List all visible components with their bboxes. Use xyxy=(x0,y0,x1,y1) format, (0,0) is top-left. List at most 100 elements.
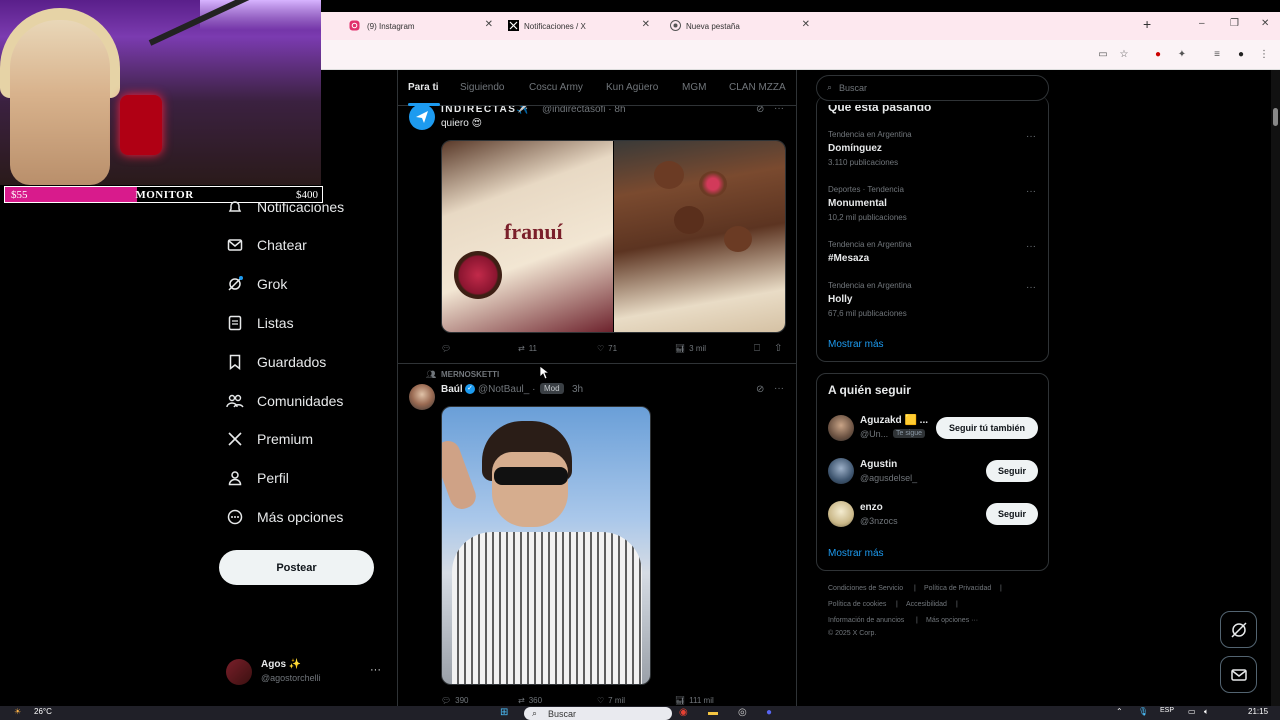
nav-notificaciones[interactable]: Notificaciones xyxy=(226,195,344,219)
tab-para-ti[interactable]: Para ti xyxy=(408,82,439,93)
views-button[interactable]: 📊︎ 3 mil xyxy=(675,344,706,353)
views-button[interactable]: 📊︎ 111 mil xyxy=(675,696,714,705)
footer-cookies-link[interactable]: Política de cookies xyxy=(828,601,886,608)
chrome-taskbar-icon[interactable]: ◉ xyxy=(679,707,688,718)
tab-kun-aguero[interactable]: Kun Agüero xyxy=(606,82,658,93)
tweet-time[interactable]: 3h xyxy=(572,384,583,395)
minimize-button[interactable]: – xyxy=(1199,18,1205,29)
bookmark-icon[interactable]: ⎕ xyxy=(754,343,760,354)
like-button[interactable]: ♡ 71 xyxy=(597,344,617,353)
star-icon[interactable]: ☆ xyxy=(1118,49,1130,61)
tweet-author-name[interactable]: Baúl xyxy=(441,384,463,395)
display-icon[interactable]: ▭ xyxy=(1188,707,1196,716)
reply-button[interactable]: 💬︎ xyxy=(441,344,455,353)
maximize-button[interactable]: ❐ xyxy=(1230,18,1239,29)
extension-red-icon[interactable]: ● xyxy=(1152,49,1164,61)
nav-guardados[interactable]: Guardados xyxy=(226,350,326,374)
follow-handle[interactable]: @Un... xyxy=(860,429,888,439)
grok-icon[interactable]: ⊘ xyxy=(756,384,764,395)
discord-icon[interactable]: ● xyxy=(766,707,772,718)
nav-listas[interactable]: Listas xyxy=(226,311,294,335)
more-icon[interactable]: ··· xyxy=(1026,282,1036,293)
follow-handle[interactable]: @agusdelsel_ xyxy=(860,473,917,483)
folder-icon[interactable]: ▬ xyxy=(708,707,718,718)
footer-ads-info-link[interactable]: Información de anuncios xyxy=(828,617,904,624)
tab-instagram[interactable]: (9) Instagram ✕ xyxy=(321,12,499,40)
mic-icon[interactable]: 🎙︎ xyxy=(1138,707,1148,716)
kebab-menu-icon[interactable]: ⋮ xyxy=(1258,49,1270,61)
more-icon[interactable]: ··· xyxy=(1026,241,1036,252)
nav-premium[interactable]: Premium xyxy=(226,427,313,451)
close-icon[interactable]: ✕ xyxy=(485,19,493,30)
follow-back-button[interactable]: Seguir tú también xyxy=(936,417,1038,439)
mod-badge: Mod xyxy=(540,383,564,394)
chevron-up-icon[interactable]: ⌃ xyxy=(1116,707,1123,716)
follow-handle[interactable]: @3nzocs xyxy=(860,516,898,526)
tab-clan-mzza[interactable]: CLAN MZZA xyxy=(729,82,786,93)
nav-comunidades[interactable]: Comunidades xyxy=(226,389,343,413)
avatar[interactable] xyxy=(828,501,854,527)
retweet-button[interactable]: ⇄ 360 xyxy=(518,696,542,705)
nav-chatear[interactable]: Chatear xyxy=(226,233,307,257)
volume-icon[interactable]: 🔈︎ xyxy=(1204,707,1209,717)
follow-button[interactable]: Seguir xyxy=(986,503,1038,525)
footer-more-link[interactable]: Más opciones ··· xyxy=(926,617,978,624)
nav-perfil[interactable]: Perfil xyxy=(226,466,289,490)
clock[interactable]: 21:15 xyxy=(1248,707,1268,716)
footer-privacy-link[interactable]: Política de Privacidad xyxy=(924,585,991,592)
tweet-handle[interactable]: @NotBaul_ · xyxy=(478,384,535,395)
close-window-button[interactable]: ✕ xyxy=(1261,18,1269,29)
account-switcher[interactable]: Agos ✨ @agostorchelli ··· xyxy=(226,656,386,688)
taskbar-search[interactable]: ⌕ Buscar xyxy=(524,707,672,720)
close-icon[interactable]: ✕ xyxy=(802,19,810,30)
tab-coscu-army[interactable]: Coscu Army xyxy=(529,82,583,93)
follow-name[interactable]: Agustin xyxy=(860,459,897,470)
person-icon xyxy=(226,469,244,487)
extensions-icon[interactable]: ✦ xyxy=(1176,49,1188,61)
avatar[interactable] xyxy=(409,104,435,130)
more-icon[interactable]: ··· xyxy=(1026,186,1036,197)
show-more-follow-link[interactable]: Mostrar más xyxy=(828,548,884,559)
post-button[interactable]: Postear xyxy=(219,550,374,585)
tab-siguiendo[interactable]: Siguiendo xyxy=(460,82,504,93)
tweet-media[interactable] xyxy=(441,406,651,685)
follow-name[interactable]: enzo xyxy=(860,502,883,513)
follow-name[interactable]: Aguzakd 🟨 ... xyxy=(860,415,928,426)
nav-grok[interactable]: Grok xyxy=(226,272,287,296)
tab-x-notifications[interactable]: Notificaciones / X ✕ xyxy=(501,12,656,40)
more-icon[interactable]: ··· xyxy=(774,383,784,394)
scrollbar-thumb[interactable] xyxy=(1273,108,1278,126)
avatar[interactable] xyxy=(828,458,854,484)
search-input[interactable]: ⌕ Buscar xyxy=(816,75,1049,101)
tweet-media[interactable]: franuí xyxy=(441,140,786,333)
language-indicator[interactable]: ESP xyxy=(1160,707,1174,714)
close-icon[interactable]: ✕ xyxy=(642,19,650,30)
install-icon[interactable]: ▭ xyxy=(1097,49,1109,61)
more-icon[interactable]: ··· xyxy=(1026,131,1036,142)
windows-start-icon[interactable]: ⊞ xyxy=(500,707,508,718)
profile-avatar-icon[interactable]: ● xyxy=(1235,49,1247,61)
grok-float-button[interactable] xyxy=(1220,611,1257,648)
like-button[interactable]: ♡ 7 mil xyxy=(597,696,625,705)
reply-button[interactable]: 💬︎ 390 xyxy=(441,696,469,705)
nav-mas-opciones[interactable]: Más opciones xyxy=(226,505,343,529)
image-sunglasses xyxy=(494,467,568,485)
tab-new-tab[interactable]: Nueva pestaña ✕ xyxy=(658,12,816,40)
show-more-trends-link[interactable]: Mostrar más xyxy=(828,339,884,350)
menu-lines-icon[interactable]: ≡ xyxy=(1211,49,1223,61)
share-icon[interactable]: ⇧ xyxy=(774,343,782,354)
new-tab-button[interactable]: + xyxy=(1143,16,1151,32)
weather-temp[interactable]: 26°C xyxy=(34,707,52,716)
messages-float-button[interactable] xyxy=(1220,656,1257,693)
app-icon[interactable]: ◎ xyxy=(738,707,747,718)
avatar[interactable] xyxy=(828,415,854,441)
follow-button[interactable]: Seguir xyxy=(986,460,1038,482)
tweet-context[interactable]: MERNOSKETTI xyxy=(441,370,499,379)
footer-terms-link[interactable]: Condiciones de Servicio xyxy=(828,585,903,592)
tab-mgm[interactable]: MGM xyxy=(682,82,706,93)
address-bar[interactable]: ▭ ☆ ● ✦ ≡ ● ⋮ xyxy=(321,40,1280,70)
retweet-button[interactable]: ⇄ 11 xyxy=(518,344,537,353)
footer-accessibility-link[interactable]: Accesibilidad xyxy=(906,601,947,608)
avatar[interactable] xyxy=(409,384,435,410)
scrollbar[interactable] xyxy=(1271,70,1280,706)
